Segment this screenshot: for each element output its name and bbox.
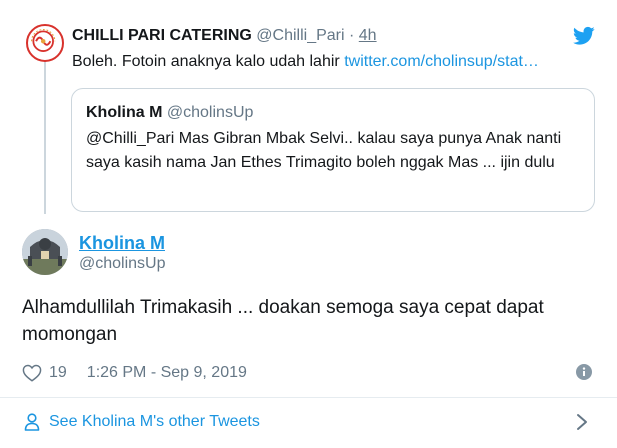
parent-tweet-header: CHILLI PARI CATERING @Chilli_Pari · 4h — [72, 27, 377, 45]
twitter-bird-icon[interactable] — [573, 26, 595, 46]
chilli-pari-avatar[interactable] — [26, 24, 64, 62]
see-other-tweets-link[interactable]: See Kholina M's other Tweets — [49, 413, 260, 431]
quoted-tweet-card[interactable]: Kholina M @cholinsUp @Chilli_Pari Mas Gi… — [71, 88, 595, 212]
user-icon — [24, 413, 40, 431]
quoted-author-handle: @cholinsUp — [166, 104, 254, 121]
parent-tweet-body: Boleh. Fotoin anaknya kalo udah lahir — [72, 53, 345, 70]
header-separator: · — [344, 27, 359, 44]
heart-icon[interactable] — [22, 364, 42, 382]
parent-author-name[interactable]: CHILLI PARI CATERING — [72, 27, 252, 44]
quoted-tweet-link[interactable]: twitter.com/cholinsup/stat… — [344, 53, 539, 70]
like-count[interactable]: 19 — [49, 364, 67, 382]
info-icon[interactable] — [576, 364, 592, 380]
quoted-tweet-text: @Chilli_Pari Mas Gibran Mbak Selvi.. kal… — [86, 130, 562, 171]
parent-tweet-time[interactable]: 4h — [359, 27, 377, 44]
author-name[interactable]: Kholina M — [79, 233, 165, 254]
tweet-text: Alhamdullilah Trimakasih ... doakan semo… — [22, 297, 544, 345]
see-other-tweets-row[interactable]: See Kholina M's other Tweets — [0, 398, 617, 448]
parent-author-handle[interactable]: @Chilli_Pari — [256, 27, 344, 44]
quoted-author-name: Kholina M — [86, 104, 163, 121]
author-handle[interactable]: @cholinsUp — [79, 255, 166, 273]
tweet-timestamp[interactable]: 1:26 PM - Sep 9, 2019 — [87, 364, 247, 382]
quoted-tweet-header: Kholina M @cholinsUp — [86, 104, 253, 122]
parent-tweet-text: Boleh. Fotoin anaknya kalo udah lahir tw… — [72, 53, 539, 71]
chevron-right-icon[interactable] — [576, 413, 588, 431]
tweet-meta: 19 1:26 PM - Sep 9, 2019 — [22, 362, 247, 384]
author-avatar[interactable] — [22, 229, 68, 275]
parent-tweet[interactable]: CHILLI PARI CATERING @Chilli_Pari · 4h B… — [0, 0, 617, 220]
